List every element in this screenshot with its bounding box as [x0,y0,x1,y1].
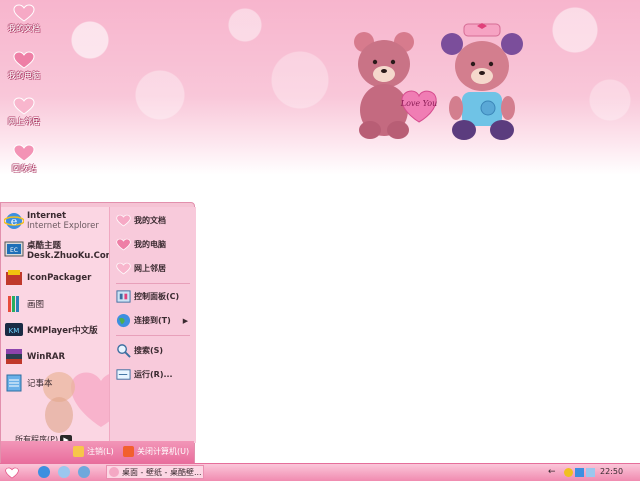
taskbar-window-label: 桌面 - 壁纸 - 桌酷壁... [122,467,202,477]
start-place-my-documents[interactable]: 我的文档 [116,213,166,228]
taskbar: 桌面 - 壁纸 - 桌酷壁... ← 22:50 [0,463,640,481]
start-place-run[interactable]: 运行(R)... [116,367,173,382]
start-place-label: 我的文档 [134,216,166,225]
quick-launch-media-icon[interactable] [58,466,70,478]
shutdown-label: 关闭计算机(U) [137,447,190,456]
start-item-title: IconPackager [27,273,92,283]
start-place-my-computer[interactable]: 我的电脑 [116,237,166,252]
start-place-label: 控制面板(C) [134,292,180,301]
qq-icon[interactable] [564,468,573,477]
heart-icon [116,214,131,227]
control-panel-icon [116,290,131,303]
start-menu-programs-pane: e Internet Internet Explorer EC 桌酷主题 Des… [1,207,164,445]
taskbar-window-button[interactable]: 桌面 - 壁纸 - 桌酷壁... [106,465,204,479]
heart-icon [116,238,131,251]
start-menu-separator [116,283,190,284]
svg-text:KM: KM [9,327,20,335]
start-menu-places-pane: 我的文档 我的电脑 网上邻居 控制面板(C) 连接到(T) ▶ 搜索(S) 运行… [109,207,196,443]
teddy-bears-illustration: Love You [354,23,523,140]
desktop-icon-label: 我的电脑 [8,71,40,80]
heart-icon [13,51,35,69]
logoff-icon [73,446,84,457]
arrow-left-icon[interactable]: ← [548,467,556,477]
desktop-icon-label: 我的文档 [8,24,40,33]
start-place-network[interactable]: 网上邻居 [116,261,166,276]
desktop-icon-label: 回收站 [12,164,36,173]
heart-icon [13,144,35,162]
winrar-icon [6,349,22,364]
start-item-winrar[interactable]: WinRAR [4,347,65,367]
logoff-label: 注销(L) [87,447,114,456]
browser-icon [109,467,119,477]
desktop-icon-my-computer[interactable]: 我的电脑 [2,51,46,81]
logoff-button[interactable]: 注销(L) [73,446,114,457]
quick-launch-ie-icon[interactable] [38,466,50,478]
start-place-label: 搜索(S) [134,346,164,355]
start-item-internet[interactable]: e Internet Internet Explorer [4,211,99,231]
desktop-icon-recycle-bin[interactable]: 回收站 [2,144,46,174]
start-menu-separator [116,335,190,336]
desktop-icon-my-documents[interactable]: 我的文档 [2,4,46,34]
system-tray: ← 22:50 [546,465,640,480]
start-place-connect-to[interactable]: 连接到(T) ▶ [116,313,188,328]
start-menu-footer: 注销(L) 关闭计算机(U) [1,441,194,463]
shutdown-button[interactable]: 关闭计算机(U) [123,446,189,457]
quick-launch-desktop-icon[interactable] [78,466,90,478]
start-button[interactable] [3,466,21,479]
clock: 22:50 [600,467,624,476]
kmplayer-icon: KM [5,323,23,336]
ie-icon: e [4,213,24,229]
start-item-iconpackager[interactable]: IconPackager [4,268,91,288]
start-item-title: 记事本 [27,379,53,389]
globe-icon [116,313,131,328]
start-item-paint[interactable]: 画图 [4,294,44,314]
power-icon [123,446,134,457]
start-item-zhuoku-theme[interactable]: EC 桌酷主题 Desk.ZhuoKu.Com [4,239,115,261]
heart-icon [13,97,35,115]
svg-text:e: e [11,215,18,228]
start-item-subtitle: Internet Explorer [27,221,99,231]
start-item-kmplayer[interactable]: KM KMPlayer中文版 [4,320,98,340]
notepad-icon [6,374,22,392]
love-you-text: Love You [400,99,437,108]
start-item-title: WinRAR [27,352,66,362]
heart-icon [13,4,35,22]
heart-icon [116,262,131,275]
iconpackager-icon [6,270,22,285]
arrow-right-icon: ▶ [182,316,189,325]
paint-icon [8,296,19,312]
start-place-label: 我的电脑 [134,240,166,249]
start-place-label: 连接到(T) [134,316,171,325]
svg-text:EC: EC [10,247,18,254]
search-icon [117,344,131,358]
desktop-icon-network[interactable]: 网上邻居 [2,97,46,127]
start-item-subtitle: Desk.ZhuoKu.Com [27,251,115,261]
start-place-search[interactable]: 搜索(S) [116,343,163,358]
volume-icon[interactable] [586,468,595,477]
start-item-title: Internet [27,211,67,221]
start-place-control-panel[interactable]: 控制面板(C) [116,289,179,304]
start-menu: e Internet Internet Explorer EC 桌酷主题 Des… [0,202,196,464]
run-icon [116,369,131,380]
start-place-label: 网上邻居 [134,264,166,273]
start-item-notepad[interactable]: 记事本 [4,373,53,393]
desktop-icon-label: 网上邻居 [8,117,40,126]
network-icon[interactable] [575,468,584,477]
heart-icon [5,467,19,478]
start-item-title: 画图 [27,300,45,310]
start-place-label: 运行(R)... [134,370,173,379]
theme-icon: EC [4,241,24,257]
start-item-title: 桌酷主题 [27,241,62,251]
start-item-title: KMPlayer中文版 [27,326,98,336]
desktop-wallpaper [0,0,640,175]
